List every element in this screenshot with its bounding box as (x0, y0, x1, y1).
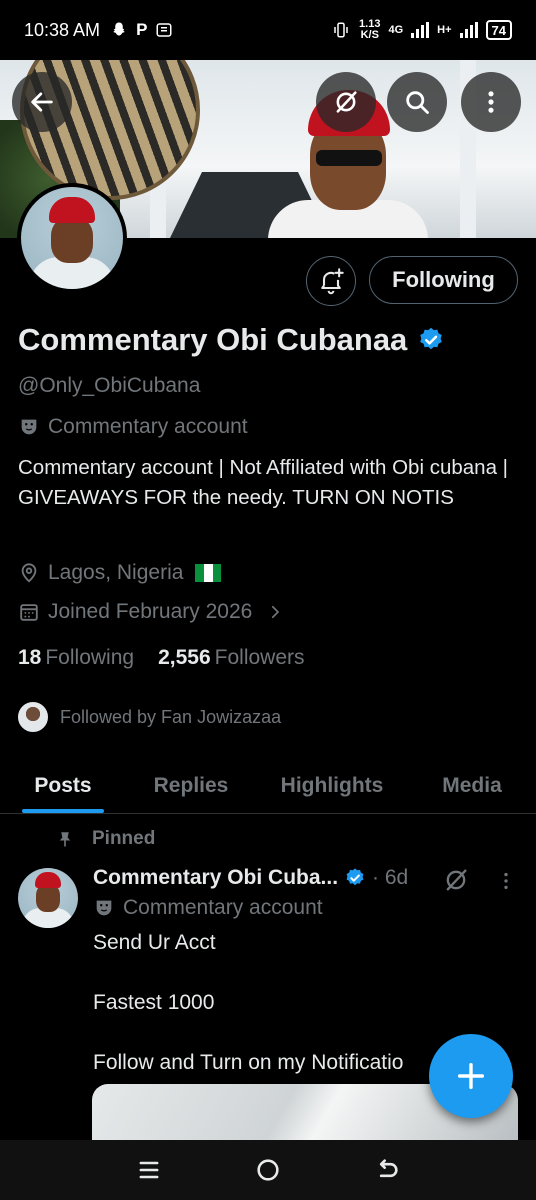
system-nav-bar (0, 1140, 536, 1200)
status-bar: 10:38 AM P 1.13 K/S 4G H+ 74 (0, 0, 536, 60)
location: Lagos, Nigeria (48, 561, 184, 584)
snapchat-icon (113, 22, 125, 36)
bell-plus-icon (321, 268, 344, 295)
search-icon (406, 91, 429, 114)
post-account-label-row: Commentary account (93, 896, 323, 920)
post-more-icon[interactable] (495, 868, 517, 894)
chevron-right-icon (272, 605, 280, 619)
back-icon (31, 92, 53, 112)
pinned-indicator: Pinned (56, 828, 155, 850)
display-name: Commentary Obi Cubanaa (18, 322, 408, 357)
grok-icon (336, 91, 357, 113)
compose-post-button[interactable] (429, 1034, 513, 1118)
status-time: 10:38 AM (24, 19, 101, 40)
location-pin-icon (21, 563, 37, 583)
account-label: Commentary account (48, 415, 248, 438)
followers-count-link[interactable]: 2,556 Followers (158, 646, 304, 670)
network-4g-label: 4G (388, 24, 404, 36)
recent-apps-icon[interactable] (135, 1156, 163, 1184)
followed-by-text: Followed by Fan Jowizazaa (60, 706, 282, 727)
grok-icon[interactable] (442, 866, 470, 894)
location-row: Lagos, Nigeria (18, 561, 222, 585)
p-icon: P (136, 20, 148, 39)
signal-icon-2 (459, 22, 478, 38)
bio: Commentary account | Not Affiliated with… (18, 456, 508, 509)
home-icon[interactable] (254, 1156, 282, 1184)
search-button[interactable] (387, 72, 447, 132)
verified-badge-icon (346, 868, 364, 886)
messages-icon (156, 23, 172, 37)
active-tab-indicator (22, 809, 104, 813)
net-speed: 1.13 K/S (359, 18, 381, 41)
follower-avatar (16, 700, 50, 734)
post-body[interactable]: Send Ur Acct Fastest 1000 Follow and Tur… (93, 928, 443, 1078)
signal-icon (411, 22, 430, 38)
tab-highlights[interactable]: Highlights (256, 758, 408, 813)
nigeria-flag-icon (195, 564, 222, 582)
vibrate-icon (334, 22, 348, 38)
post-header: Commentary Obi Cuba... · 6d (93, 866, 408, 890)
post-author-avatar[interactable] (18, 868, 78, 928)
theater-masks-icon (21, 419, 37, 435)
profile-avatar[interactable] (17, 183, 127, 293)
tab-posts[interactable]: Posts (0, 758, 126, 813)
back-button[interactable] (12, 72, 72, 132)
network-h-label: H+ (437, 24, 452, 36)
more-icon (488, 91, 494, 113)
following-button[interactable]: Following (369, 256, 518, 304)
notifications-bell-button[interactable] (306, 256, 356, 306)
tab-media[interactable]: Media (408, 758, 536, 813)
account-label-row: Commentary account (18, 415, 248, 439)
followed-by-row[interactable]: Followed by Fan Jowizazaa (16, 700, 281, 734)
plus-icon (457, 1062, 485, 1090)
back-nav-icon[interactable] (373, 1156, 401, 1184)
more-options-button[interactable] (461, 72, 521, 132)
calendar-icon (20, 604, 38, 621)
joined-row[interactable]: Joined February 2026 (18, 600, 284, 624)
verified-badge-icon[interactable] (417, 326, 445, 354)
tab-replies[interactable]: Replies (126, 758, 256, 813)
post-time: · 6d (372, 866, 409, 889)
follow-counts: 18 Following 2,556 Followers (18, 646, 305, 670)
following-count-link[interactable]: 18 Following (18, 646, 134, 670)
profile-tabs: Posts Replies Highlights Media (0, 758, 536, 814)
joined-date: Joined February 2026 (48, 600, 253, 623)
theater-masks-icon (96, 900, 112, 916)
pin-icon (59, 832, 71, 847)
post-author-name[interactable]: Commentary Obi Cuba... (93, 866, 338, 890)
handle: @Only_ObiCubana (18, 374, 201, 397)
battery-icon: 74 (485, 20, 512, 40)
grok-button[interactable] (316, 72, 376, 132)
display-name-row: Commentary Obi Cubanaa (18, 322, 445, 358)
